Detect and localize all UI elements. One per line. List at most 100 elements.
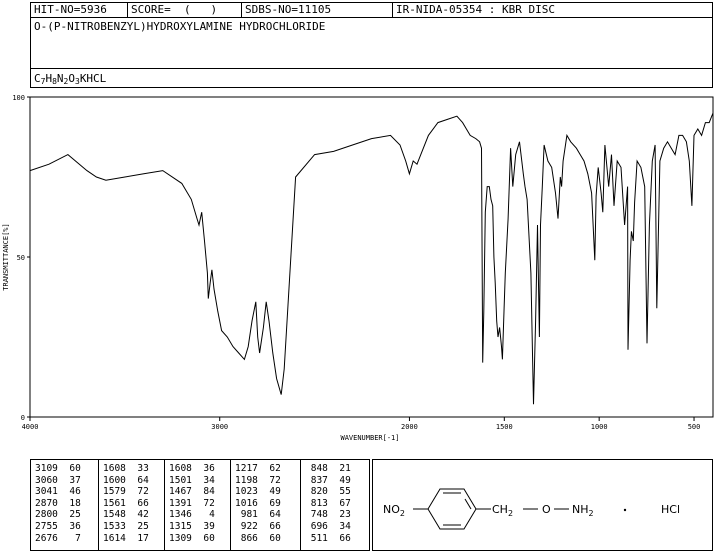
peak-transmittance: 55	[339, 486, 351, 498]
peak-column: 3109 60 3060 37 3041 46 2870 18 2800 25 2755 …	[35, 463, 81, 544]
ch2-label: CH2	[492, 503, 513, 518]
peak-wavenumber: 981	[235, 509, 258, 521]
peak-transmittance: 37	[69, 474, 81, 486]
peak-wavenumber: 837	[305, 474, 328, 486]
peak-row: 820 55	[305, 486, 351, 498]
peak-transmittance: 49	[339, 474, 351, 486]
peak-wavenumber: 866	[235, 532, 258, 544]
peak-transmittance: 46	[69, 486, 81, 498]
peak-wavenumber: 1391	[169, 497, 192, 509]
peak-transmittance: 69	[269, 497, 281, 509]
column-divider	[230, 460, 231, 550]
peak-transmittance: 72	[137, 486, 149, 498]
peak-row: 1198 72	[235, 475, 281, 487]
peak-row: 3060 37	[35, 475, 81, 487]
peak-transmittance: 67	[339, 497, 351, 509]
peak-wavenumber: 3109	[35, 463, 58, 474]
peak-wavenumber: 1608	[103, 463, 126, 474]
peak-transmittance: 18	[69, 497, 81, 509]
spectrum-line	[29, 112, 714, 405]
hcl-label: HCl	[661, 503, 680, 516]
peak-row: 1579 72	[103, 486, 149, 498]
peak-wavenumber: 3041	[35, 486, 58, 498]
peak-wavenumber: 2676	[35, 532, 58, 544]
peak-wavenumber: 1600	[103, 474, 126, 486]
header-bar: HIT-NO=5936 SCORE= ( ) SDBS-NO=11105 IR-…	[30, 2, 713, 18]
peak-row: 1391 72	[169, 498, 215, 510]
peak-transmittance: 25	[137, 520, 149, 532]
peak-column: 1608 36 1501 34 1467 84 1391 72 1346 4 1315 3…	[169, 463, 215, 544]
peak-transmittance: 4	[203, 509, 215, 521]
compound-name: O-(P-NITROBENZYL)HYDROXYLAMINE HYDROCHLO…	[34, 20, 326, 33]
peak-wavenumber: 848	[305, 463, 328, 474]
column-divider	[98, 460, 99, 550]
peak-wavenumber: 820	[305, 486, 328, 498]
peak-row: 2800 25	[35, 509, 81, 521]
peak-row: 813 67	[305, 498, 351, 510]
peak-row: 748 23	[305, 509, 351, 521]
peak-wavenumber: 2800	[35, 509, 58, 521]
peak-column: 848 21 837 49 820 55 813 67 748 23 696 3…	[305, 463, 351, 544]
y-tick-label: 50	[17, 254, 25, 262]
y-tick-label: 0	[21, 414, 25, 422]
peak-wavenumber: 813	[305, 497, 328, 509]
x-tick-label: 1500	[496, 423, 513, 431]
molecular-formula: C7H8N2O3KHCL	[34, 72, 106, 88]
peak-wavenumber: 1533	[103, 520, 126, 532]
peak-wavenumber: 1548	[103, 509, 126, 521]
peak-row: 837 49	[305, 475, 351, 487]
peak-row: 1533 25	[103, 521, 149, 533]
peak-transmittance: 62	[269, 463, 281, 474]
peak-row: 2755 36	[35, 521, 81, 533]
peak-wavenumber: 1614	[103, 532, 126, 544]
hit-number: HIT-NO=5936	[31, 3, 128, 17]
formula-part: KHCL	[79, 72, 107, 85]
x-tick-label: 2000	[401, 423, 418, 431]
structure-box: NO2 CH2 O NH2 HCl	[372, 459, 713, 551]
peak-wavenumber: 1023	[235, 486, 258, 498]
peak-row: 866 60	[235, 533, 281, 545]
peak-row: 1315 39	[169, 521, 215, 533]
peak-wavenumber: 696	[305, 520, 328, 532]
column-divider	[300, 460, 301, 550]
peak-row: 848 21	[305, 463, 351, 475]
salt-dot	[623, 508, 627, 512]
peak-wavenumber: 3060	[35, 474, 58, 486]
peak-transmittance: 34	[203, 474, 215, 486]
peak-row: 1501 34	[169, 475, 215, 487]
y-axis-label: TRANSMITTANCE[%]	[2, 223, 10, 290]
formula-part: C	[34, 72, 41, 85]
x-tick-label: 4000	[22, 423, 39, 431]
peak-wavenumber: 748	[305, 509, 328, 521]
peak-row: 1309 60	[169, 533, 215, 545]
formula-part: N	[56, 72, 64, 85]
x-tick-label: 3000	[211, 423, 228, 431]
formula-part: O	[68, 72, 75, 85]
peak-transmittance: 64	[137, 474, 149, 486]
peak-wavenumber: 1561	[103, 497, 126, 509]
structure-diagram: NO2 CH2 O NH2 HCl	[383, 488, 680, 530]
peak-row: 1608 33	[103, 463, 149, 475]
nh2-label: NH2	[572, 503, 594, 518]
peak-row: 3041 46	[35, 486, 81, 498]
peak-transmittance: 23	[339, 509, 351, 521]
peak-transmittance: 84	[203, 486, 215, 498]
peak-transmittance: 66	[137, 497, 149, 509]
peak-row: 1346 4	[169, 509, 215, 521]
peak-table: 3109 60 3060 37 3041 46 2870 18 2800 25 2755 …	[30, 459, 370, 551]
peak-transmittance: 66	[269, 520, 281, 532]
peak-transmittance: 7	[69, 532, 81, 544]
peak-wavenumber: 1217	[235, 463, 258, 474]
formula-box: C7H8N2O3KHCL	[30, 68, 713, 88]
peak-row: 2870 18	[35, 498, 81, 510]
peak-column: 1608 33 1600 64 1579 72 1561 66 1548 42 1533 …	[103, 463, 149, 544]
peak-row: 1561 66	[103, 498, 149, 510]
peak-wavenumber: 1016	[235, 497, 258, 509]
peak-row: 511 66	[305, 533, 351, 545]
peak-row: 1467 84	[169, 486, 215, 498]
peak-wavenumber: 2755	[35, 520, 58, 532]
peak-transmittance: 60	[69, 463, 81, 474]
ir-spectrum-chart: 4000 3000 2000 1500 1000 500 0 50 100 WAVENUMBER…	[2, 94, 714, 442]
peak-row: 1608 36	[169, 463, 215, 475]
peak-wavenumber: 1346	[169, 509, 192, 521]
